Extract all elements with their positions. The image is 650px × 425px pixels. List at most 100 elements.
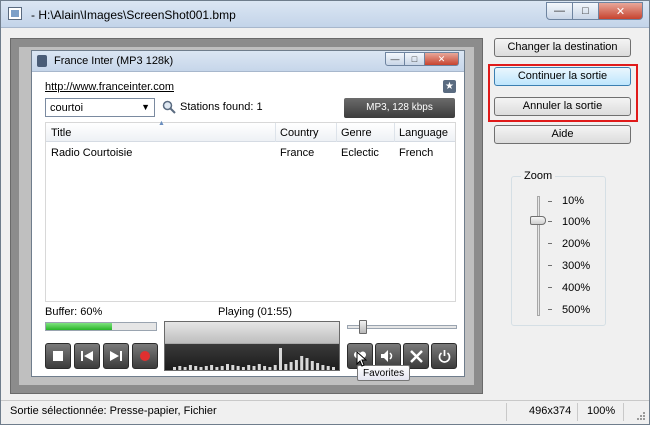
cancel-output-button[interactable]: Annuler la sortie bbox=[494, 97, 631, 116]
volume-icon bbox=[381, 350, 393, 362]
chevron-down-icon: ▼ bbox=[141, 102, 150, 112]
col-language: Language bbox=[399, 127, 448, 139]
volume-thumb bbox=[359, 320, 367, 334]
change-destination-button[interactable]: Changer la destination bbox=[494, 38, 631, 57]
spectrum-bar bbox=[326, 366, 330, 370]
zoom-tick bbox=[548, 221, 552, 222]
record-button bbox=[132, 343, 158, 369]
sort-ascending-icon: ▲ bbox=[158, 120, 165, 127]
maximize-icon: □ bbox=[582, 5, 589, 17]
zoom-label: Zoom bbox=[521, 170, 556, 182]
tools-icon bbox=[409, 349, 423, 363]
spectrum-bar bbox=[173, 367, 176, 370]
spectrum-bar bbox=[263, 366, 267, 370]
search-combo: courtoi ▼ bbox=[45, 98, 155, 117]
window-title: - H:\Alain\Images\ScreenShot001.bmp bbox=[31, 8, 236, 22]
minimize-button[interactable]: — bbox=[546, 2, 573, 20]
zoom-slider-track[interactable] bbox=[537, 196, 540, 316]
spectrum-bar bbox=[188, 365, 192, 370]
spectrum-bar bbox=[252, 366, 256, 370]
spectrum-bar bbox=[231, 365, 235, 370]
spectrum-bar bbox=[289, 362, 293, 370]
spectrum-bar bbox=[310, 361, 314, 370]
power-button bbox=[431, 343, 457, 369]
spectrum-bar bbox=[300, 356, 304, 370]
spectrum-bar bbox=[199, 367, 203, 370]
station-url-link: http://www.franceinter.com bbox=[45, 81, 174, 93]
spectrum-bar bbox=[210, 365, 214, 370]
previous-icon bbox=[81, 351, 93, 361]
spectrum-bar bbox=[226, 364, 229, 370]
status-output: Sortie sélectionnée: Presse-papier, Fich… bbox=[10, 405, 217, 417]
zoom-option-400[interactable]: 400% bbox=[562, 282, 590, 294]
captured-window: France Inter (MP3 128k) — □ ✕ http://www… bbox=[31, 50, 465, 377]
continue-output-button[interactable]: Continuer la sortie bbox=[494, 67, 631, 86]
record-icon bbox=[140, 351, 150, 361]
spectrum-bar bbox=[204, 366, 208, 370]
zoom-option-300[interactable]: 300% bbox=[562, 260, 590, 272]
cell-language: French bbox=[399, 147, 434, 159]
maximize-icon: □ bbox=[411, 54, 418, 64]
maximize-button[interactable]: □ bbox=[573, 2, 599, 20]
table-header: ▲ Title Country Genre Language bbox=[46, 120, 455, 142]
zoom-tick bbox=[548, 287, 552, 288]
zoom-option-100[interactable]: 100% bbox=[562, 216, 590, 228]
cell-country: France bbox=[280, 147, 315, 159]
col-title: Title bbox=[51, 127, 72, 139]
playing-label: Playing (01:55) bbox=[218, 306, 292, 318]
captured-minimize-button: — bbox=[385, 52, 405, 66]
zoom-option-10[interactable]: 10% bbox=[562, 195, 584, 207]
spectrum-bar bbox=[236, 366, 240, 370]
spectrum-bar bbox=[215, 367, 219, 370]
col-genre: Genre bbox=[341, 127, 372, 139]
format-badge: MP3, 128 kbps bbox=[344, 98, 455, 118]
buffer-progress-bar bbox=[45, 322, 157, 331]
search-icon bbox=[162, 100, 176, 114]
previous-button bbox=[74, 343, 100, 369]
status-zoom: 100% bbox=[587, 405, 616, 417]
volume-slider bbox=[347, 320, 457, 334]
spectrum-bar bbox=[321, 365, 325, 370]
close-icon: ✕ bbox=[615, 5, 626, 18]
next-button bbox=[103, 343, 129, 369]
spectrum-bar bbox=[268, 367, 272, 370]
zoom-tick bbox=[548, 201, 552, 202]
spectrum-bar bbox=[183, 367, 187, 370]
station-table: ▲ Title Country Genre Language Radio Cou… bbox=[45, 120, 456, 302]
spectrum-bar bbox=[257, 364, 261, 370]
captured-titlebar: France Inter (MP3 128k) — □ ✕ bbox=[32, 51, 464, 72]
zoom-tick bbox=[548, 265, 552, 266]
window-titlebar[interactable]: - H:\Alain\Images\ScreenShot001.bmp — □ … bbox=[1, 1, 649, 28]
captured-close-button: ✕ bbox=[425, 52, 459, 66]
stations-found-label: Stations found: 1 bbox=[180, 101, 263, 113]
cell-title: Radio Courtoisie bbox=[51, 147, 133, 159]
minimize-icon: — bbox=[554, 5, 565, 17]
zoom-option-200[interactable]: 200% bbox=[562, 238, 590, 250]
close-icon: ✕ bbox=[437, 53, 446, 64]
help-button[interactable]: Aide bbox=[494, 125, 631, 144]
spectrum-bar bbox=[247, 365, 251, 370]
stop-button bbox=[45, 343, 71, 369]
table-row: Radio Courtoisie France Eclectic French bbox=[46, 145, 455, 162]
status-bar: Sortie sélectionnée: Presse-papier, Fich… bbox=[1, 400, 649, 424]
zoom-slider-thumb[interactable] bbox=[530, 216, 546, 225]
search-value: courtoi bbox=[50, 102, 84, 114]
favorites-tooltip: Favorites bbox=[357, 365, 411, 381]
resize-grip-icon[interactable] bbox=[636, 411, 646, 421]
zoom-tick bbox=[548, 309, 552, 310]
spectrum-bar bbox=[332, 367, 335, 370]
close-button[interactable]: ✕ bbox=[599, 2, 643, 20]
spectrum-bar bbox=[241, 367, 245, 370]
spectrum-bar bbox=[220, 366, 224, 370]
spectrum-bar bbox=[294, 360, 298, 370]
status-dimensions: 496x374 bbox=[529, 405, 572, 417]
stop-icon bbox=[53, 351, 63, 361]
spectrum-visualizer bbox=[164, 321, 340, 371]
zoom-tick bbox=[548, 243, 552, 244]
spectrum-bar bbox=[316, 363, 320, 370]
add-favorite-icon: ★ bbox=[443, 80, 456, 93]
spectrum-bar bbox=[194, 366, 198, 370]
zoom-option-500[interactable]: 500% bbox=[562, 304, 590, 316]
spectrum-bar bbox=[305, 358, 309, 370]
next-icon bbox=[110, 351, 122, 361]
